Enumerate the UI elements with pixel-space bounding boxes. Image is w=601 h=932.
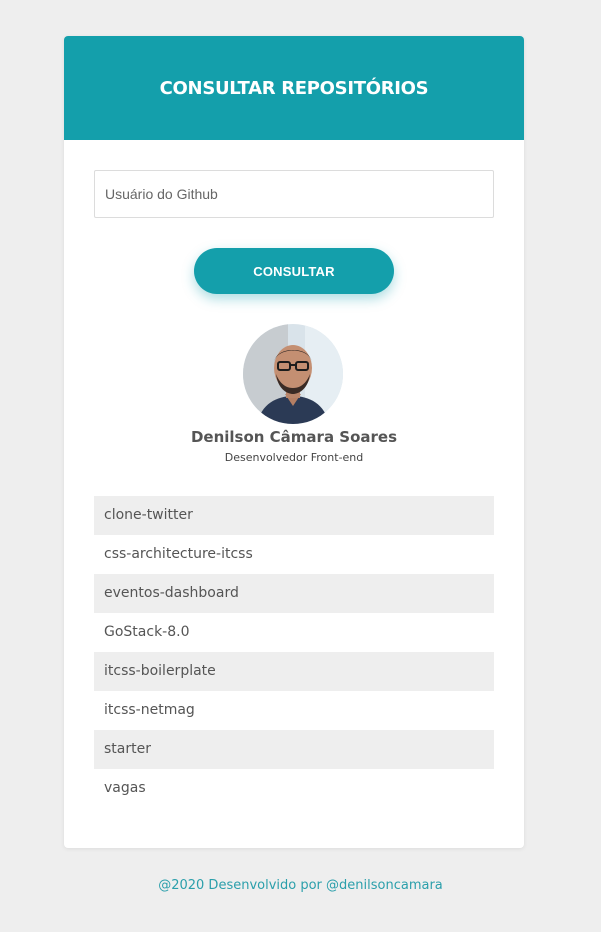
repository-list: clone-twitter css-architecture-itcss eve… bbox=[94, 496, 494, 808]
repository-item[interactable]: GoStack-8.0 bbox=[94, 613, 494, 652]
footer-credits: @2020 Desenvolvido por @denilsoncamara bbox=[158, 878, 443, 893]
search-card: CONSULTAR REPOSITÓRIOS CONSULTAR Denilso… bbox=[64, 36, 524, 848]
page-title: CONSULTAR REPOSITÓRIOS bbox=[159, 77, 429, 99]
repository-item[interactable]: css-architecture-itcss bbox=[94, 535, 494, 574]
github-user-input[interactable] bbox=[94, 170, 494, 218]
profile-name: Denilson Câmara Soares bbox=[190, 428, 398, 446]
repository-item[interactable]: itcss-netmag bbox=[94, 691, 494, 730]
repository-item[interactable]: clone-twitter bbox=[94, 496, 494, 535]
repository-item[interactable]: vagas bbox=[94, 769, 494, 808]
repository-item[interactable]: eventos-dashboard bbox=[94, 574, 494, 613]
repository-item[interactable]: starter bbox=[94, 730, 494, 769]
avatar bbox=[243, 324, 343, 424]
consult-button[interactable]: CONSULTAR bbox=[194, 248, 394, 294]
card-header: CONSULTAR REPOSITÓRIOS bbox=[64, 36, 524, 140]
profile-role: Desenvolvedor Front-end bbox=[224, 451, 364, 464]
repository-item[interactable]: itcss-boilerplate bbox=[94, 652, 494, 691]
